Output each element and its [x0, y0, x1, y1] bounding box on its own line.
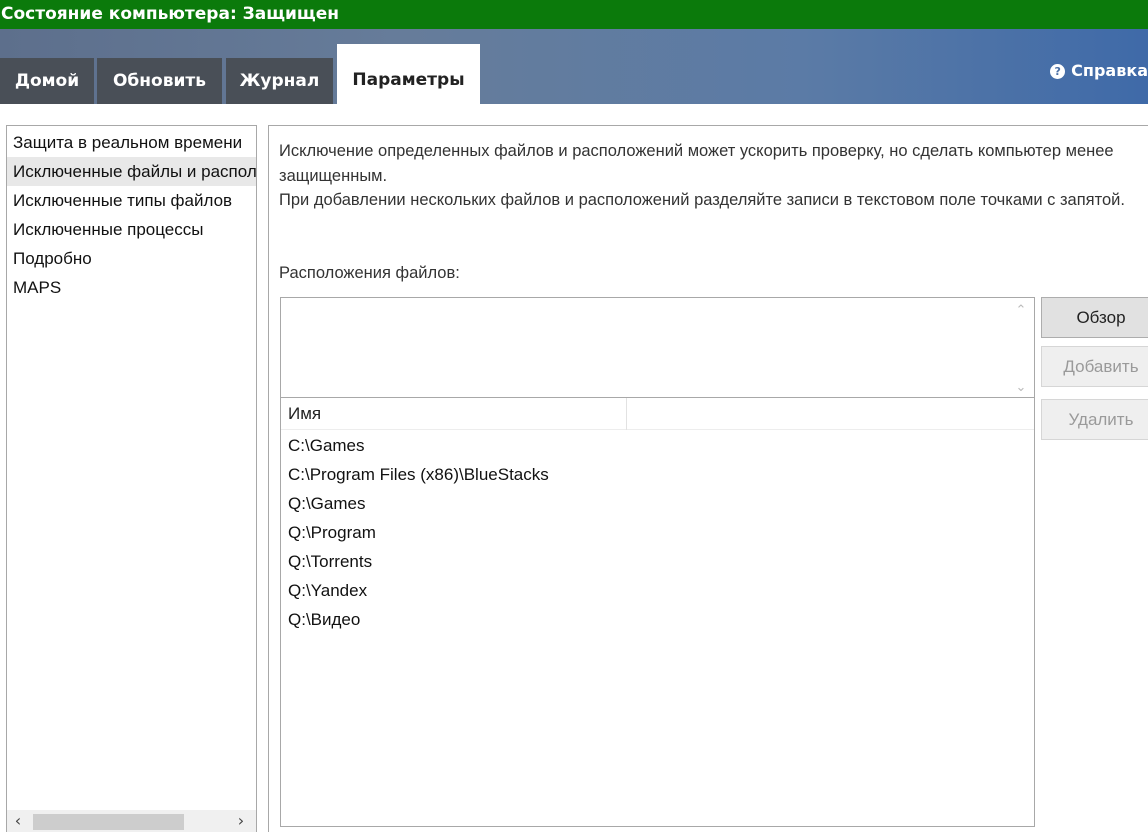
list-item[interactable]: Q:\Games	[281, 489, 1034, 518]
chevron-up-icon[interactable]: ⌃	[1014, 304, 1028, 318]
nav-item-maps[interactable]: MAPS	[7, 273, 256, 302]
nav-item-advanced[interactable]: Подробно	[7, 244, 256, 273]
chevron-down-icon[interactable]: ⌄	[1014, 381, 1028, 395]
list-item[interactable]: Q:\Yandex	[281, 576, 1034, 605]
list-item[interactable]: Q:\Видео	[281, 605, 1034, 634]
settings-content: Исключение определенных файлов и располо…	[268, 125, 1148, 832]
browse-button[interactable]: Обзор	[1041, 297, 1148, 338]
column-header-name[interactable]: Имя	[281, 398, 627, 430]
description: Исключение определенных файлов и располо…	[279, 139, 1139, 213]
column-header-empty[interactable]	[628, 398, 1034, 430]
list-header: Имя	[281, 398, 1034, 430]
nav-item-excluded-processes[interactable]: Исключенные процессы	[7, 215, 256, 244]
help-icon: ?	[1050, 63, 1066, 79]
scroll-thumb[interactable]	[33, 814, 184, 830]
settings-nav: Защита в реальном времени Исключенные фа…	[6, 125, 257, 832]
tab-home[interactable]: Домой	[0, 58, 94, 104]
nav-item-excluded-file-types[interactable]: Исключенные типы файлов	[7, 186, 256, 215]
file-locations-input[interactable]: ⌃ ⌄	[280, 297, 1035, 398]
help-button[interactable]: ? Справка	[1050, 59, 1148, 83]
description-separator-hint: При добавлении нескольких файлов и распо…	[279, 191, 1125, 209]
tab-settings[interactable]: Параметры	[337, 44, 480, 104]
file-locations-label: Расположения файлов:	[279, 264, 460, 282]
nav-item-realtime-protection[interactable]: Защита в реальном времени	[7, 128, 256, 157]
list-item[interactable]: Q:\Torrents	[281, 547, 1034, 576]
excluded-locations-list: Имя C:\Games C:\Program Files (x86)\Blue…	[280, 398, 1035, 827]
nav-horizontal-scrollbar[interactable]: ‹ ›	[7, 810, 256, 832]
description-performance: Исключение определенных файлов и располо…	[279, 142, 1114, 185]
list-item[interactable]: Q:\Program	[281, 518, 1034, 547]
tab-strip: Домой Обновить Журнал Параметры ? Справк…	[0, 29, 1148, 104]
scroll-left-icon[interactable]: ‹	[7, 810, 29, 832]
help-label: Справка	[1071, 61, 1148, 80]
nav-item-excluded-files-locations[interactable]: Исключенные файлы и расположения	[7, 157, 256, 186]
add-button[interactable]: Добавить	[1041, 346, 1148, 387]
window-title: Состояние компьютера: Защищен	[0, 0, 1148, 29]
tab-update[interactable]: Обновить	[97, 58, 222, 104]
list-rows: C:\Games C:\Program Files (x86)\BlueStac…	[281, 431, 1034, 634]
list-item[interactable]: C:\Program Files (x86)\BlueStacks	[281, 460, 1034, 489]
defender-window: Состояние компьютера: Защищен Домой Обно…	[0, 0, 1148, 832]
remove-button[interactable]: Удалить	[1041, 399, 1148, 440]
list-item[interactable]: C:\Games	[281, 431, 1034, 460]
scroll-right-icon[interactable]: ›	[230, 810, 252, 832]
tab-history[interactable]: Журнал	[226, 58, 333, 104]
